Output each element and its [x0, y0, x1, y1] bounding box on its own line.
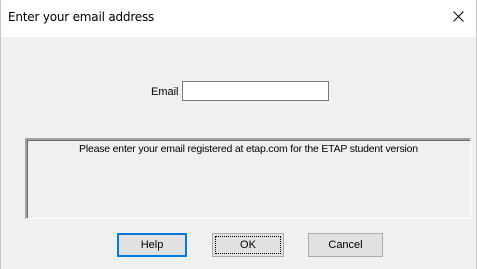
help-button-label: Help — [140, 239, 164, 251]
email-dialog: Enter your email address Email Please en… — [0, 0, 477, 269]
window-title: Enter your email address — [8, 10, 155, 24]
cancel-button-label: Cancel — [328, 239, 363, 251]
info-message: Please enter your email registered at et… — [79, 143, 418, 155]
ok-button[interactable]: OK — [212, 233, 284, 257]
cancel-button[interactable]: Cancel — [308, 233, 383, 257]
email-field[interactable] — [182, 81, 329, 101]
ok-button-label: OK — [240, 239, 256, 251]
close-icon — [452, 10, 464, 22]
info-panel: Please enter your email registered at et… — [25, 138, 471, 219]
email-label: Email — [151, 86, 179, 98]
help-button[interactable]: Help — [117, 233, 187, 257]
close-button[interactable] — [440, 0, 476, 32]
title-bar: Enter your email address — [1, 0, 476, 37]
